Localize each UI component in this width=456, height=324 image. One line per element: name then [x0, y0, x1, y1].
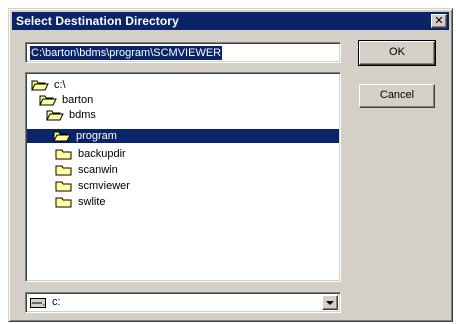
directory-list[interactable]: c:\ barton bdms program backupdir scanwi… [25, 72, 341, 282]
dir-item-label: swlite [78, 196, 106, 208]
ok-button[interactable]: OK [358, 40, 436, 66]
open-folder-icon [46, 110, 64, 121]
dir-item-label: program [76, 130, 117, 142]
dir-item-label: c:\ [54, 79, 66, 91]
drive-icon [30, 298, 46, 308]
open-folder-icon [31, 80, 49, 91]
dir-item-label: scanwin [78, 164, 118, 176]
folder-icon [55, 149, 72, 160]
cancel-button-label: Cancel [379, 89, 415, 101]
path-input-value: C:\barton\bdms\program\SCMVIEWER [30, 46, 223, 60]
dir-item-label: backupdir [78, 148, 126, 160]
drive-select[interactable]: c: [25, 292, 341, 313]
open-folder-icon [53, 131, 71, 142]
dir-item-label: bdms [69, 109, 96, 121]
folder-icon [55, 165, 72, 176]
open-folder-icon [39, 95, 57, 106]
folder-icon [55, 197, 72, 208]
close-button[interactable]: ✕ [431, 14, 447, 28]
dir-item-label: barton [62, 94, 94, 106]
dir-item-program[interactable]: program [27, 129, 339, 143]
chevron-down-icon [326, 301, 334, 305]
path-input[interactable]: C:\barton\bdms\program\SCMVIEWER [25, 42, 341, 63]
drive-dropdown-button[interactable] [322, 295, 338, 310]
cancel-button[interactable]: Cancel [359, 84, 435, 108]
dialog-title: Select Destination Directory [16, 14, 179, 28]
drive-select-value: c: [52, 296, 61, 308]
dir-item-label: scmviewer [78, 180, 130, 192]
close-icon: ✕ [434, 14, 444, 27]
folder-icon [55, 181, 72, 192]
title-bar[interactable]: Select Destination Directory ✕ [12, 12, 449, 30]
ok-button-label: OK [389, 46, 405, 58]
